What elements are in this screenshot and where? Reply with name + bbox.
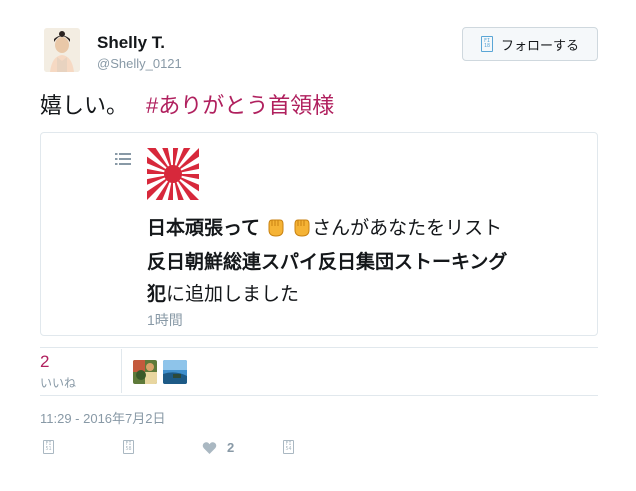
likes-label[interactable]: いいね — [40, 374, 76, 391]
follow-icon: FI 18 — [480, 36, 493, 52]
follow-button-label: フォローする — [500, 37, 579, 53]
stats-bottom-divider — [40, 395, 598, 396]
liker-avatar-image — [163, 360, 187, 384]
avatar-image — [44, 28, 80, 72]
display-name[interactable]: Shelly T. — [97, 33, 165, 53]
list-icon — [115, 153, 131, 165]
retweet-icon: FI 58 — [123, 440, 134, 454]
stats-separator — [121, 349, 122, 393]
tweet-body: 嬉しい。 — [40, 93, 129, 118]
list-name-part-1[interactable]: 反日朝鮮総連スパイ反日集団ストーキング — [147, 252, 507, 273]
liker-avatar[interactable] — [133, 360, 157, 384]
liker-avatar[interactable] — [163, 360, 187, 384]
list-name-part-2[interactable]: 犯 — [147, 284, 166, 305]
more-icon: FI 54 — [283, 440, 294, 454]
reply-icon: FI 51 — [43, 440, 54, 454]
likes-count[interactable]: 2 — [40, 352, 49, 372]
list-owner-name[interactable]: 日本頑張って — [147, 213, 260, 240]
user-handle[interactable]: @Shelly_0121 — [97, 56, 182, 71]
quoted-card[interactable]: 日本頑張って さんがあなたをリスト 反日朝鮮総連スパイ反日集団ストーキング 犯に… — [40, 132, 598, 336]
rising-sun-flag-icon — [147, 148, 199, 200]
card-line-1-text: さんがあなたをリスト — [312, 218, 503, 239]
stats-top-divider — [40, 347, 598, 348]
tweet-text: 嬉しい。 #ありがとう首領様 — [40, 88, 334, 120]
like-count: 2 — [227, 440, 235, 455]
more-button[interactable]: FI 54 — [283, 440, 294, 454]
card-line-1: 日本頑張って さんがあなたをリスト — [147, 213, 502, 240]
liker-avatar-image — [133, 360, 157, 384]
card-line-3: 犯に追加しました — [147, 279, 299, 306]
fist-emoji-icon — [268, 219, 284, 237]
retweet-button[interactable]: FI 58 — [123, 440, 134, 454]
avatar[interactable] — [44, 28, 80, 72]
card-line-2: 反日朝鮮総連スパイ反日集団ストーキング — [147, 247, 507, 274]
fist-emoji-icon — [294, 219, 310, 237]
like-button[interactable]: 2 — [202, 440, 234, 455]
heart-icon — [202, 441, 217, 454]
reply-button[interactable]: FI 51 — [43, 440, 54, 454]
follow-button[interactable]: FI 18 フォローする — [462, 27, 598, 61]
tweet-timestamp[interactable]: 11:29 - 2016年7月2日 — [40, 408, 166, 427]
card-line-3-text: に追加しました — [166, 284, 300, 305]
hashtag-link[interactable]: #ありがとう首領様 — [146, 93, 334, 118]
card-time: 1時間 — [147, 312, 183, 328]
